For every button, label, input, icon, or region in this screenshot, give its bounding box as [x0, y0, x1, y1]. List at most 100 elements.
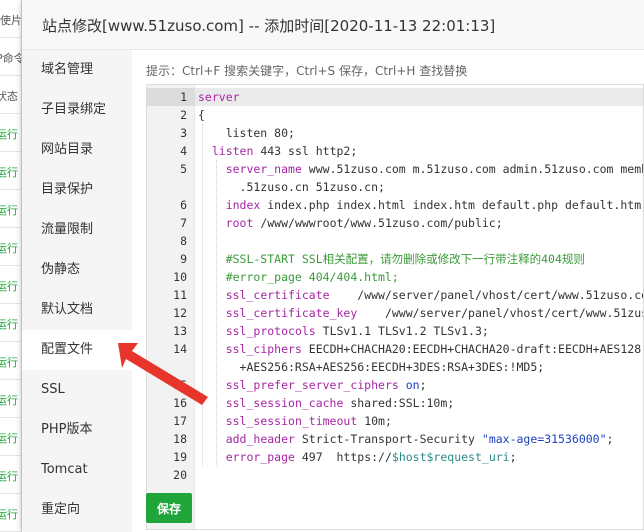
- line-number: 1: [180, 90, 187, 104]
- line-number: 20: [173, 468, 187, 482]
- sidebar-item[interactable]: 默认文档: [22, 290, 132, 330]
- save-button[interactable]: 保存: [146, 493, 192, 523]
- background-cell: 运行: [0, 342, 21, 380]
- background-cell-text: -使片: [0, 14, 22, 27]
- code-token: TLSv1.1 TLSv1.2 TLSv1.3;: [315, 324, 489, 338]
- code-text: ssl_prefer_server_ciphers on;: [198, 376, 427, 394]
- background-cell: P命令: [0, 38, 21, 76]
- code-line: 9 #SSL-START SSL相关配置，请勿删除或修改下一行带注释的404规则: [147, 250, 643, 268]
- config-file-panel: 提示：Ctrl+F 搜索关键字，Ctrl+S 保存，Ctrl+H 查找替换 1s…: [146, 50, 644, 532]
- code-line: 7 root /www/wwwroot/www.51zuso.com/publi…: [147, 214, 643, 232]
- background-cell: 运行: [0, 456, 21, 494]
- sidebar-item[interactable]: 目录保护: [22, 170, 132, 210]
- code-text: server_name www.51zuso.com m.51zuso.com …: [198, 160, 643, 178]
- code-text: listen 80;: [198, 124, 295, 142]
- line-number: 2: [180, 108, 187, 122]
- code-token: index.php index.html index.htm default.p…: [260, 198, 644, 212]
- code-token: /www/server/panel/vhost/cert/www.51zuso.…: [329, 288, 644, 302]
- code-token: EECDH+CHACHA20:EECDH+CHACHA20-draft:EECD…: [301, 342, 644, 356]
- background-cell: 运行: [0, 190, 21, 228]
- background-cell: -使片: [0, 0, 22, 38]
- background-cell-text: 运行: [0, 166, 18, 179]
- sidebar-item[interactable]: PHP版本: [22, 410, 132, 450]
- code-token: +AES256:RSA+AES256:EECDH+3DES:RSA+3DES:!…: [198, 360, 545, 374]
- code-token: /www/server/panel/vhost/cert/www.51zuso.…: [357, 306, 644, 320]
- code-token: #error_page 404/404.html;: [198, 270, 399, 284]
- code-text: root /www/wwwroot/www.51zuso.com/public;: [198, 214, 503, 232]
- code-line: 15 ssl_prefer_server_ciphers on;: [147, 376, 643, 394]
- background-cell-text: 运行: [0, 508, 18, 521]
- line-number: 15: [173, 378, 187, 392]
- background-cell: 状态: [0, 76, 21, 114]
- code-text: server: [198, 88, 240, 106]
- background-cell-text: 运行: [0, 280, 18, 293]
- sidebar-item[interactable]: 流量限制: [22, 210, 132, 250]
- code-line: 3 listen 80;: [147, 124, 643, 142]
- code-text: +AES256:RSA+AES256:EECDH+3DES:RSA+3DES:!…: [198, 358, 545, 376]
- code-line: .51zuso.cn 51zuso.cn;: [147, 178, 643, 196]
- code-token: error_page: [225, 450, 295, 464]
- line-number: 13: [173, 324, 187, 338]
- shortcut-hint: 提示：Ctrl+F 搜索关键字，Ctrl+S 保存，Ctrl+H 查找替换: [146, 64, 468, 78]
- code-text: ssl_certificate_key /www/server/panel/vh…: [198, 304, 644, 322]
- code-token: ssl_session_cache: [225, 396, 344, 410]
- background-cell-text: 运行: [0, 242, 18, 255]
- sidebar-item[interactable]: 配置文件: [22, 330, 132, 370]
- code-token: index: [225, 198, 261, 212]
- code-token: server: [198, 90, 240, 104]
- settings-sidebar: 域名管理 子目录绑定 网站目录 目录保护 流量限制 伪静态 默认文档 配置文件 SSL PHP版本…: [22, 50, 132, 532]
- code-token: ;: [509, 450, 517, 464]
- code-token: shared:SSL:10m;: [343, 396, 455, 410]
- code-line: 5 server_name www.51zuso.com m.51zuso.co…: [147, 160, 643, 178]
- code-line: 11 ssl_certificate /www/server/panel/vho…: [147, 286, 644, 304]
- sidebar-item[interactable]: 重定向: [22, 490, 132, 530]
- code-line: 2{: [147, 106, 643, 124]
- code-token: ssl_certificate: [225, 288, 330, 302]
- indent-guide: [202, 124, 203, 466]
- sidebar-item[interactable]: Tomcat: [22, 450, 132, 490]
- background-cell: 运行: [0, 380, 21, 418]
- background-cell: 运行: [0, 266, 21, 304]
- code-token: ssl_session_timeout: [225, 414, 358, 428]
- code-token: ssl_prefer_server_ciphers: [225, 378, 399, 392]
- code-token: {: [198, 108, 205, 122]
- code-token: 497 https://: [294, 450, 392, 464]
- code-text: index index.php index.html index.htm def…: [198, 196, 644, 214]
- code-token: server_name: [225, 162, 302, 176]
- code-line: 4 listen 443 ssl http2;: [147, 142, 643, 160]
- code-token: root: [225, 216, 254, 230]
- sidebar-item[interactable]: 伪静态: [22, 250, 132, 290]
- line-number: 5: [180, 162, 187, 176]
- background-cell: 运行: [0, 304, 21, 342]
- background-cell-text: 运行: [0, 128, 18, 141]
- line-number: 6: [180, 198, 187, 212]
- line-number: 9: [180, 252, 187, 266]
- background-cell-text: 状态: [0, 90, 18, 103]
- code-text: .51zuso.cn 51zuso.cn;: [198, 178, 385, 196]
- sidebar-item[interactable]: 子目录绑定: [22, 90, 132, 130]
- line-number: 7: [180, 216, 187, 230]
- code-token: Strict-Transport-Security: [294, 432, 482, 446]
- code-token: $host$request_uri: [391, 450, 510, 464]
- code-line: 20: [147, 466, 643, 484]
- sidebar-item[interactable]: SSL: [22, 370, 132, 410]
- line-number: 17: [173, 414, 187, 428]
- code-text: {: [198, 106, 205, 124]
- background-cell-text: 运行: [0, 356, 18, 369]
- sidebar-item[interactable]: 网站目录: [22, 130, 132, 170]
- line-number: 14: [173, 342, 187, 356]
- line-number: 18: [173, 432, 187, 446]
- code-text: #error_page 404/404.html;: [198, 268, 399, 286]
- code-text: error_page 497 https://$host$request_uri…: [198, 448, 517, 466]
- line-number: 19: [173, 450, 187, 464]
- code-line: 17 ssl_session_timeout 10m;: [147, 412, 643, 430]
- background-cell: 运行: [0, 114, 21, 152]
- code-token: 443 ssl http2;: [253, 144, 358, 158]
- config-code-editor[interactable]: 1 server 2{3 listen 80; 4 listen 443 ssl ht…: [146, 84, 644, 530]
- code-line: 12 ssl_certificate_key /www/server/panel…: [147, 304, 644, 322]
- sidebar-item[interactable]: 域名管理: [22, 50, 132, 90]
- background-cell-text: 运行: [0, 470, 18, 483]
- line-number: 12: [173, 306, 187, 320]
